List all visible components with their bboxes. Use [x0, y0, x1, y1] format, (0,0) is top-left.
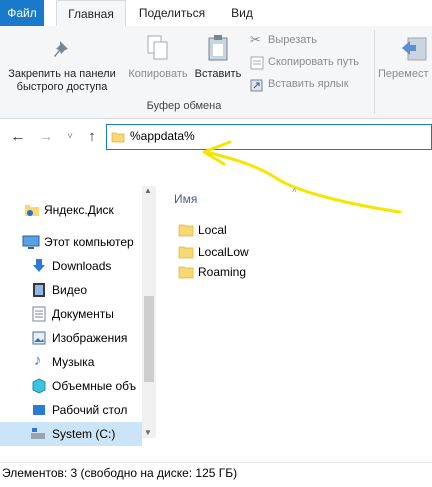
tab-home[interactable]: Главная [56, 0, 126, 27]
yandex-disk-icon [25, 205, 39, 216]
copy-path-button[interactable]: Скопировать путь [248, 54, 372, 72]
folder-icon [178, 266, 194, 279]
cut-button[interactable]: ✂ Вырезать [248, 32, 368, 50]
recent-chevron-icon[interactable]: ˅ [62, 129, 78, 145]
clipboard-group-label: Буфер обмена [146, 100, 222, 112]
paste-shortcut-button[interactable]: Вставить ярлык [248, 76, 372, 94]
nav-item-3d-objects[interactable]: Объемные объ [0, 374, 152, 398]
paste-label: Вставить [194, 68, 242, 80]
cube-icon [32, 378, 46, 394]
nav-label: Видео [52, 283, 88, 297]
folder-name: Roaming [198, 265, 247, 279]
nav-item-downloads[interactable]: Downloads [0, 254, 152, 278]
music-note-icon: ♪ [34, 352, 42, 369]
paste-button[interactable]: Вставить [192, 34, 244, 84]
paste-shortcut-label: Вставить ярлык [268, 78, 349, 90]
copy-path-label: Скопировать путь [268, 56, 359, 68]
video-icon [33, 283, 45, 297]
address-text: %appdata% [130, 129, 195, 143]
clipboard-icon [208, 35, 228, 61]
pin-label: Закрепить на панели быстрого доступа [8, 68, 116, 93]
nav-label: Изображения [52, 331, 128, 345]
folder-icon [178, 224, 194, 237]
nav-scrollbar-thumb[interactable] [144, 296, 154, 382]
tab-share[interactable]: Поделиться [136, 0, 208, 26]
pin-button[interactable]: Закрепить на панели быстрого доступа [0, 34, 124, 94]
scissors-icon: ✂ [250, 32, 261, 47]
nav-item-music[interactable]: ♪ Музыка [0, 350, 152, 374]
nav-label: Downloads [52, 259, 112, 273]
nav-item-pictures[interactable]: Изображения [0, 326, 152, 350]
copy-button[interactable]: Копировать [126, 34, 190, 84]
nav-item-documents[interactable]: Документы [0, 302, 152, 326]
desktop-icon [33, 405, 45, 415]
nav-label: Музыка [52, 355, 95, 369]
nav-item-desktop[interactable]: Рабочий стол [0, 398, 152, 422]
tab-view[interactable]: Вид [224, 0, 260, 26]
move-to-button[interactable]: Перемест в [378, 34, 432, 96]
folder-name: LocalLow [198, 245, 249, 259]
drive-icon [31, 428, 45, 439]
folder-name: Local [198, 223, 227, 237]
nav-label: Яндекс.Диск [44, 203, 114, 217]
computer-icon [22, 235, 40, 249]
nav-label: Документы [52, 307, 114, 321]
pictures-icon [32, 331, 46, 345]
nav-label: Рабочий стол [52, 403, 128, 417]
scroll-down-icon[interactable]: ▼ [144, 428, 152, 437]
up-arrow-icon[interactable]: ↑ [84, 129, 100, 145]
ribbon-separator [374, 30, 375, 114]
download-arrow-icon [33, 259, 45, 272]
move-icon [402, 37, 427, 61]
pin-icon [54, 41, 68, 57]
move-to-label: Перемест в [378, 68, 432, 80]
back-arrow-icon[interactable]: ← [10, 129, 26, 145]
nav-item-video[interactable]: Видео [0, 278, 152, 302]
nav-label: Этот компьютер [44, 235, 134, 249]
tab-file[interactable]: Файл [0, 0, 44, 26]
nav-label: Объемные объ [52, 379, 137, 393]
copy-label: Копировать [128, 68, 188, 80]
copy-icon [147, 35, 168, 60]
cut-label: Вырезать [268, 34, 317, 46]
sort-chevron-icon: ˄ [292, 186, 297, 195]
folder-icon [111, 132, 125, 143]
status-text: Элементов: 3 (свободно на диске: 125 ГБ) [2, 466, 238, 480]
column-header-name[interactable]: Имя [174, 192, 197, 206]
folder-icon [178, 246, 194, 259]
nav-label: System (C:) [52, 427, 116, 441]
nav-item-this-pc[interactable]: Этот компьютер [0, 230, 152, 254]
copy-path-icon [250, 56, 264, 70]
paste-shortcut-icon [250, 79, 263, 92]
nav-item-yandex-disk[interactable]: Яндекс.Диск [0, 198, 152, 222]
scroll-up-icon[interactable]: ▲ [144, 186, 152, 195]
nav-item-system-drive[interactable]: System (C:) [0, 422, 142, 446]
annotation-arrow [202, 140, 402, 214]
forward-arrow-icon[interactable]: → [38, 129, 54, 145]
documents-icon [32, 306, 46, 322]
